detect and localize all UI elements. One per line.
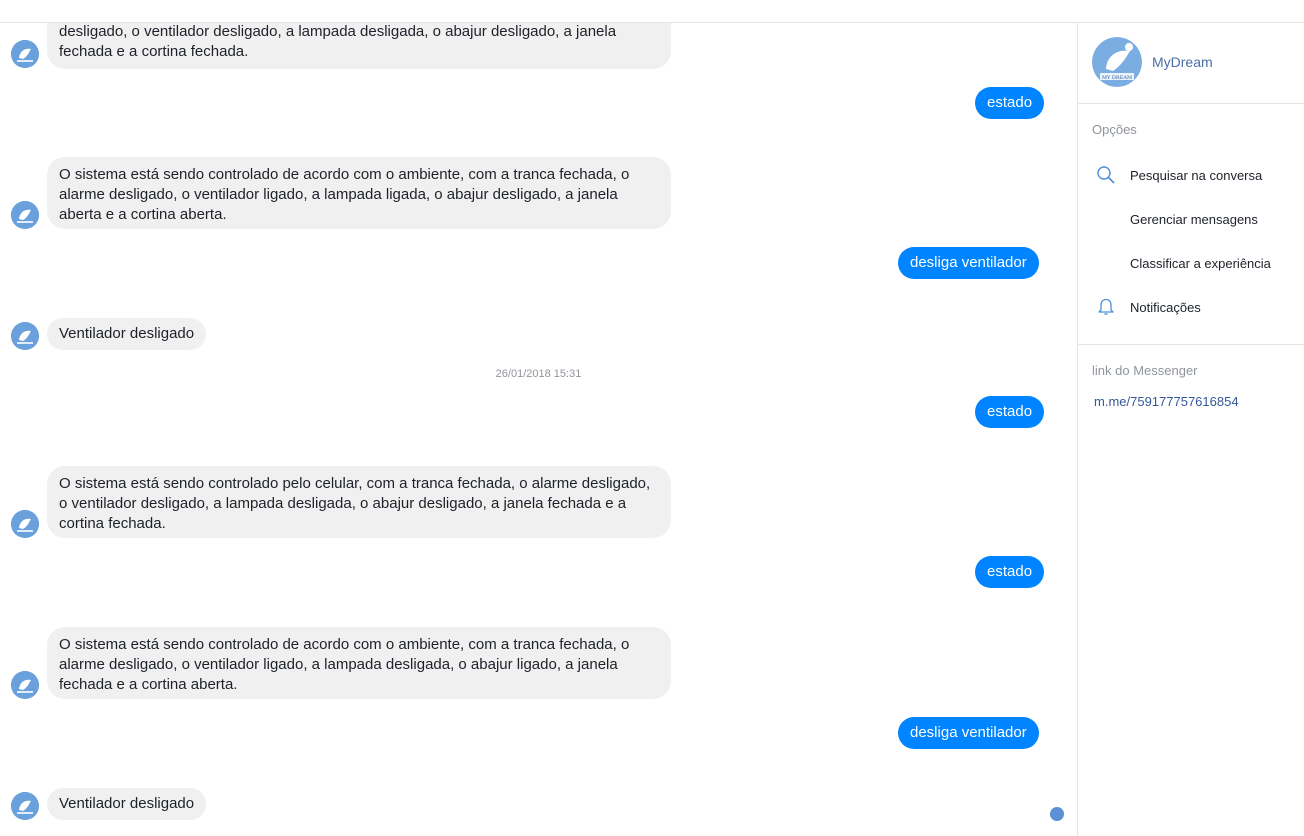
top-bar (0, 0, 1304, 23)
logo-text: MY DREAM (1102, 75, 1132, 81)
incoming-message: O sistema está sendo controlado pelo cel… (47, 466, 671, 538)
read-receipt-avatar-icon (1050, 807, 1064, 821)
profile-avatar[interactable]: MY DREAM (1092, 37, 1142, 87)
incoming-message: Ventilador desligado (47, 318, 207, 350)
messenger-link[interactable]: m.me/759177757616854 (1094, 394, 1239, 409)
outgoing-message: estado (975, 396, 1045, 428)
bot-avatar (11, 40, 39, 68)
incoming-message: O sistema está sendo controlado de acord… (47, 157, 671, 229)
outgoing-message: estado (975, 87, 1045, 119)
conversation-panel[interactable]: desligado, o ventilador desligado, a lam… (0, 23, 1077, 836)
conversation-info-sidebar: MY DREAM MyDream Opções Pesquisar na con… (1078, 23, 1304, 836)
incoming-message: desligado, o ventilador desligado, a lam… (47, 23, 671, 69)
profile-name[interactable]: MyDream (1152, 54, 1213, 70)
incoming-message: O sistema está sendo controlado de acord… (47, 627, 671, 699)
option-search-conversation[interactable]: Pesquisar na conversa (1130, 168, 1262, 183)
outgoing-message: desliga ventilador (898, 717, 1039, 749)
search-icon (1096, 165, 1116, 185)
divider (1078, 103, 1304, 104)
options-heading: Opções (1092, 122, 1137, 137)
bell-icon (1096, 296, 1116, 316)
bot-avatar (11, 201, 39, 229)
divider (1078, 344, 1304, 345)
bot-avatar (11, 792, 39, 820)
option-notifications[interactable]: Notificações (1130, 300, 1201, 315)
bot-avatar (11, 671, 39, 699)
outgoing-message: estado (975, 556, 1045, 588)
incoming-message: Ventilador desligado (47, 788, 207, 820)
bot-avatar (11, 510, 39, 538)
bot-avatar (11, 322, 39, 350)
outgoing-message: desliga ventilador (898, 247, 1039, 279)
message-timestamp: 26/01/2018 15:31 (495, 368, 582, 380)
option-manage-messages[interactable]: Gerenciar mensagens (1130, 212, 1258, 227)
messenger-link-heading: link do Messenger (1092, 363, 1198, 378)
option-rate-experience[interactable]: Classificar a experiência (1130, 256, 1271, 271)
